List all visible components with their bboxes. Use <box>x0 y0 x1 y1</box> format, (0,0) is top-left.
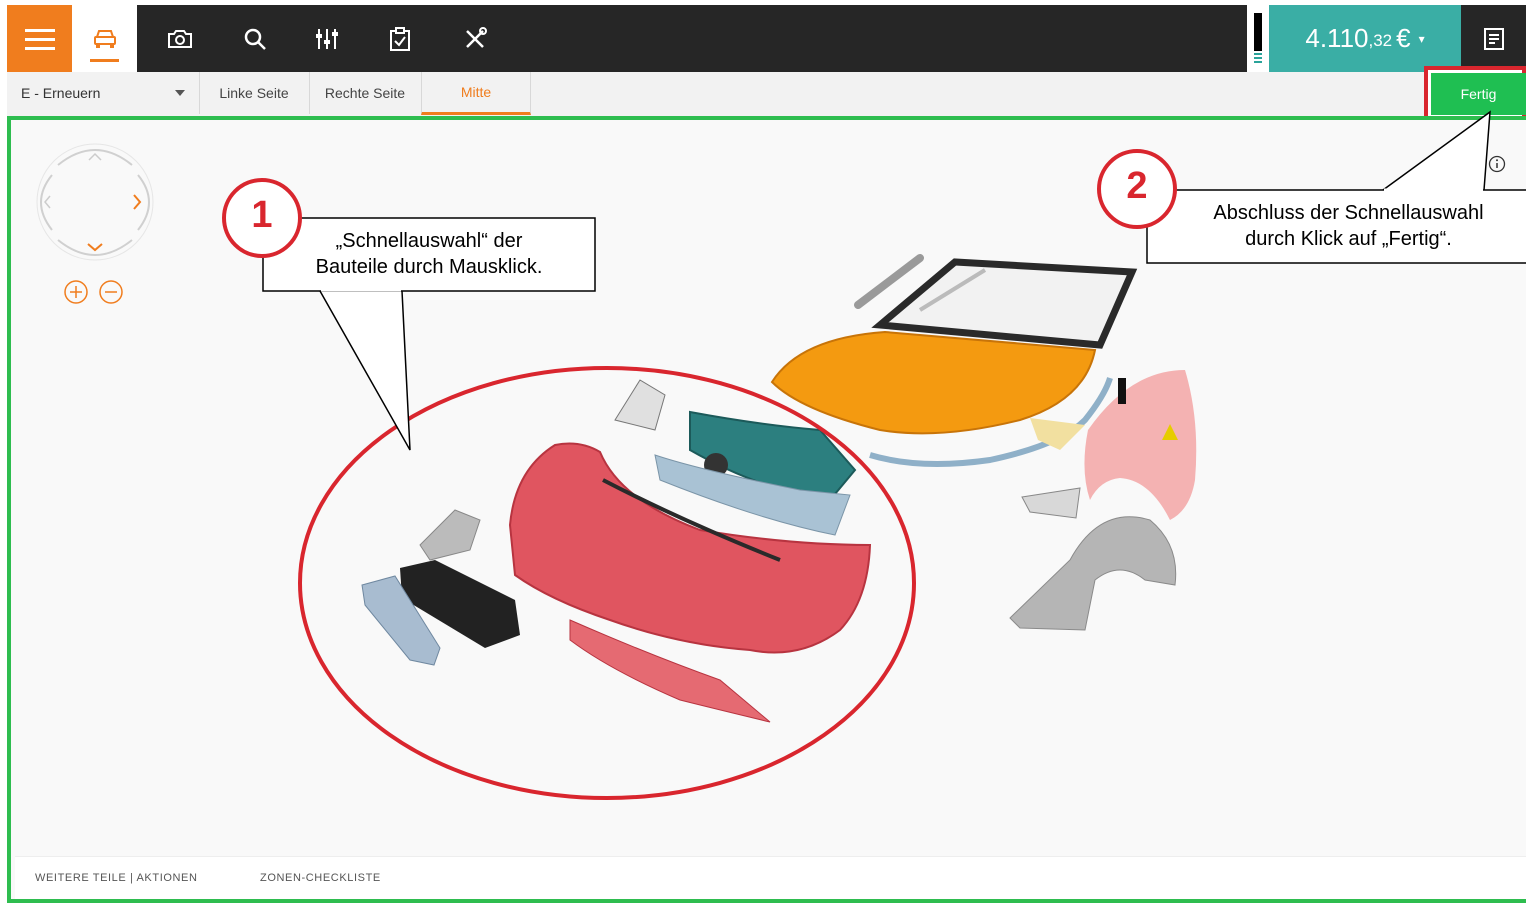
zoom-in-icon[interactable] <box>64 280 88 304</box>
chevron-down-icon[interactable] <box>87 243 103 252</box>
chevron-up-icon[interactable] <box>88 152 102 161</box>
navigation-pad[interactable] <box>36 143 154 261</box>
callout2-line2: durch Klick auf „Fertig“. <box>1245 228 1452 250</box>
zoom-out-icon[interactable] <box>99 280 123 304</box>
wheel-liner-part[interactable] <box>1009 516 1177 631</box>
callout2-line1: Abschluss der Schnellauswahl <box>1213 202 1484 224</box>
bracket-left-part[interactable] <box>419 509 481 561</box>
callout1-line1: „Schnellauswahl“ der <box>335 230 523 252</box>
callout2-pointer <box>1382 110 1491 191</box>
seal-part[interactable] <box>1118 378 1126 404</box>
callout1-pointer <box>319 290 411 451</box>
windshield-part[interactable] <box>871 258 1138 349</box>
info-icon[interactable] <box>1488 155 1506 173</box>
hood-part[interactable] <box>770 330 1097 435</box>
exploded-vehicle-illustration <box>36 110 1526 800</box>
callout1-line2: Bauteile durch Mausklick. <box>315 256 543 278</box>
chevron-left-icon[interactable] <box>44 195 51 209</box>
callout2-number: 2 <box>1126 165 1148 207</box>
bracket-part[interactable] <box>1021 487 1081 519</box>
callout2-text: Abschluss der Schnellauswahl durch Klick… <box>1170 200 1526 252</box>
headlight-part[interactable] <box>614 379 666 431</box>
chevron-right-icon[interactable] <box>133 194 142 210</box>
callout1-text: „Schnellauswahl“ der Bauteile durch Maus… <box>263 228 595 280</box>
